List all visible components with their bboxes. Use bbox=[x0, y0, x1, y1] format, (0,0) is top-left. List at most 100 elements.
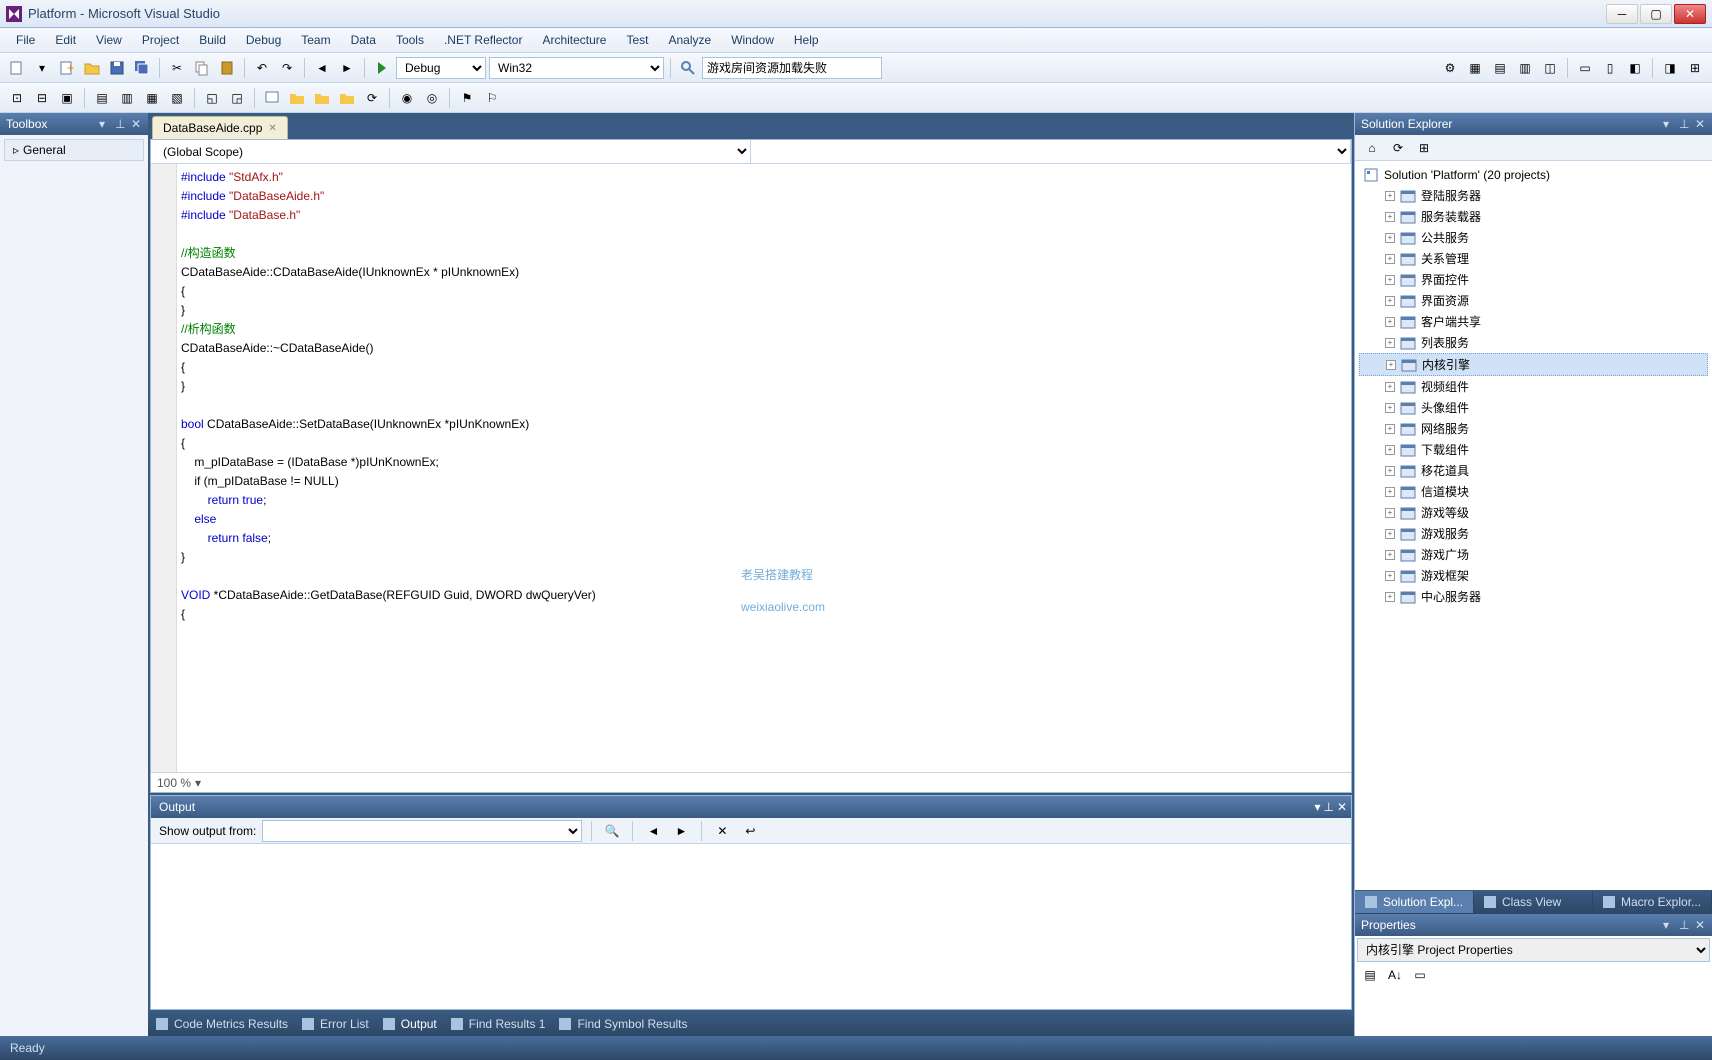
output-wrap-button[interactable]: ↩ bbox=[739, 820, 761, 842]
expand-icon[interactable]: + bbox=[1385, 317, 1395, 327]
tb2-16[interactable]: ◎ bbox=[421, 87, 443, 109]
tb2-2[interactable]: ⊟ bbox=[31, 87, 53, 109]
project-8[interactable]: +内核引擎 bbox=[1359, 353, 1708, 376]
se-tab-1[interactable]: Class View bbox=[1474, 891, 1593, 913]
tb-icon-9[interactable]: ◨ bbox=[1659, 57, 1681, 79]
tb2-12[interactable] bbox=[311, 87, 333, 109]
cut-button[interactable]: ✂ bbox=[166, 57, 188, 79]
tb2-6[interactable]: ▦ bbox=[141, 87, 163, 109]
tb2-8[interactable]: ◱ bbox=[201, 87, 223, 109]
expand-icon[interactable]: + bbox=[1385, 550, 1395, 560]
project-15[interactable]: +游戏等级 bbox=[1359, 502, 1708, 523]
expand-icon[interactable]: + bbox=[1385, 508, 1395, 518]
tb2-1[interactable]: ⊡ bbox=[6, 87, 28, 109]
maximize-button[interactable]: ▢ bbox=[1640, 4, 1672, 24]
tb2-5[interactable]: ▥ bbox=[116, 87, 138, 109]
menu-edit[interactable]: Edit bbox=[45, 30, 86, 50]
project-14[interactable]: +信道模块 bbox=[1359, 481, 1708, 502]
project-5[interactable]: +界面资源 bbox=[1359, 290, 1708, 311]
menu-file[interactable]: File bbox=[6, 30, 45, 50]
nav-fwd-button[interactable]: ► bbox=[336, 57, 358, 79]
tb-icon-4[interactable]: ▥ bbox=[1514, 57, 1536, 79]
copy-button[interactable] bbox=[191, 57, 213, 79]
expand-icon[interactable]: + bbox=[1385, 233, 1395, 243]
output-pin-icon[interactable]: ⊥ bbox=[1323, 800, 1333, 814]
output-next-button[interactable]: ► bbox=[670, 820, 692, 842]
props-dropdown-icon[interactable]: ▾ bbox=[1663, 918, 1677, 932]
output-tab-0[interactable]: Code Metrics Results bbox=[154, 1016, 288, 1032]
props-az-button[interactable]: A↓ bbox=[1384, 964, 1406, 986]
project-1[interactable]: +服务装载器 bbox=[1359, 206, 1708, 227]
se-home-button[interactable]: ⌂ bbox=[1361, 137, 1383, 159]
props-pin-icon[interactable]: ⊥ bbox=[1679, 918, 1693, 932]
tb-icon-3[interactable]: ▤ bbox=[1489, 57, 1511, 79]
menu-tools[interactable]: Tools bbox=[386, 30, 434, 50]
tb-icon-8[interactable]: ◧ bbox=[1624, 57, 1646, 79]
menu-build[interactable]: Build bbox=[189, 30, 236, 50]
se-showall-button[interactable]: ⊞ bbox=[1413, 137, 1435, 159]
output-dropdown-icon[interactable]: ▾ bbox=[1314, 800, 1320, 814]
props-pages-button[interactable]: ▭ bbox=[1409, 964, 1431, 986]
solution-root[interactable]: Solution 'Platform' (20 projects) bbox=[1359, 165, 1708, 185]
new-project-button[interactable] bbox=[6, 57, 28, 79]
tb-icon-1[interactable]: ⚙ bbox=[1439, 57, 1461, 79]
expand-icon[interactable]: + bbox=[1385, 445, 1395, 455]
expand-icon[interactable]: + bbox=[1385, 571, 1395, 581]
file-tab-active[interactable]: DataBaseAide.cpp ✕ bbox=[152, 116, 288, 139]
file-tab-close-icon[interactable]: ✕ bbox=[268, 123, 276, 134]
output-tab-4[interactable]: Find Symbol Results bbox=[557, 1016, 687, 1032]
menu-debug[interactable]: Debug bbox=[236, 30, 291, 50]
se-pin-icon[interactable]: ⊥ bbox=[1679, 117, 1693, 131]
output-tab-3[interactable]: Find Results 1 bbox=[449, 1016, 546, 1032]
project-18[interactable]: +游戏框架 bbox=[1359, 565, 1708, 586]
start-debug-button[interactable] bbox=[371, 57, 393, 79]
platform-select[interactable]: Win32 bbox=[489, 57, 664, 79]
expand-icon[interactable]: + bbox=[1385, 212, 1395, 222]
nav-back-button[interactable]: ◄ bbox=[311, 57, 333, 79]
se-close-icon[interactable]: ✕ bbox=[1695, 117, 1709, 131]
save-all-button[interactable] bbox=[131, 57, 153, 79]
se-tab-0[interactable]: Solution Expl... bbox=[1355, 891, 1474, 913]
tb2-17[interactable]: ⚑ bbox=[456, 87, 478, 109]
menu-window[interactable]: Window bbox=[721, 30, 784, 50]
expand-icon[interactable]: + bbox=[1385, 466, 1395, 476]
menu-data[interactable]: Data bbox=[341, 30, 386, 50]
properties-select[interactable]: 内核引擎 Project Properties bbox=[1357, 938, 1710, 962]
project-7[interactable]: +列表服务 bbox=[1359, 332, 1708, 353]
project-13[interactable]: +移花道具 bbox=[1359, 460, 1708, 481]
tb-icon-2[interactable]: ▦ bbox=[1464, 57, 1486, 79]
code-editor[interactable]: #include "StdAfx.h"#include "DataBaseAid… bbox=[151, 164, 1351, 772]
tb2-18[interactable]: ⚐ bbox=[481, 87, 503, 109]
tb2-9[interactable]: ◲ bbox=[226, 87, 248, 109]
project-2[interactable]: +公共服务 bbox=[1359, 227, 1708, 248]
project-6[interactable]: +客户端共享 bbox=[1359, 311, 1708, 332]
output-source-select[interactable] bbox=[262, 820, 582, 842]
tb2-11[interactable] bbox=[286, 87, 308, 109]
tb2-4[interactable]: ▤ bbox=[91, 87, 113, 109]
expand-icon[interactable]: + bbox=[1385, 254, 1395, 264]
expand-icon[interactable]: + bbox=[1385, 275, 1395, 285]
zoom-dropdown-icon[interactable]: ▾ bbox=[195, 776, 201, 790]
tb-icon-7[interactable]: ▯ bbox=[1599, 57, 1621, 79]
solution-tree[interactable]: Solution 'Platform' (20 projects)+登陆服务器+… bbox=[1355, 161, 1712, 890]
project-12[interactable]: +下载组件 bbox=[1359, 439, 1708, 460]
project-9[interactable]: +视频组件 bbox=[1359, 376, 1708, 397]
find-button[interactable] bbox=[677, 57, 699, 79]
toolbox-dropdown-icon[interactable]: ▾ bbox=[99, 117, 113, 131]
output-body[interactable] bbox=[151, 844, 1351, 1009]
toolbox-pin-icon[interactable]: ⊥ bbox=[115, 117, 129, 131]
tb2-15[interactable]: ◉ bbox=[396, 87, 418, 109]
output-clear-button[interactable]: ✕ bbox=[711, 820, 733, 842]
expand-icon[interactable]: + bbox=[1385, 592, 1395, 602]
add-item-button[interactable]: + bbox=[56, 57, 78, 79]
scope-right-select[interactable] bbox=[751, 140, 1351, 163]
find-input[interactable] bbox=[702, 57, 882, 79]
menu-architecture[interactable]: Architecture bbox=[532, 30, 616, 50]
se-refresh-button[interactable]: ⟳ bbox=[1387, 137, 1409, 159]
output-find-button[interactable]: 🔍 bbox=[601, 820, 623, 842]
expand-icon[interactable]: + bbox=[1385, 529, 1395, 539]
menu-test[interactable]: Test bbox=[616, 30, 658, 50]
expand-icon[interactable]: + bbox=[1385, 338, 1395, 348]
tb2-3[interactable]: ▣ bbox=[56, 87, 78, 109]
project-10[interactable]: +头像组件 bbox=[1359, 397, 1708, 418]
